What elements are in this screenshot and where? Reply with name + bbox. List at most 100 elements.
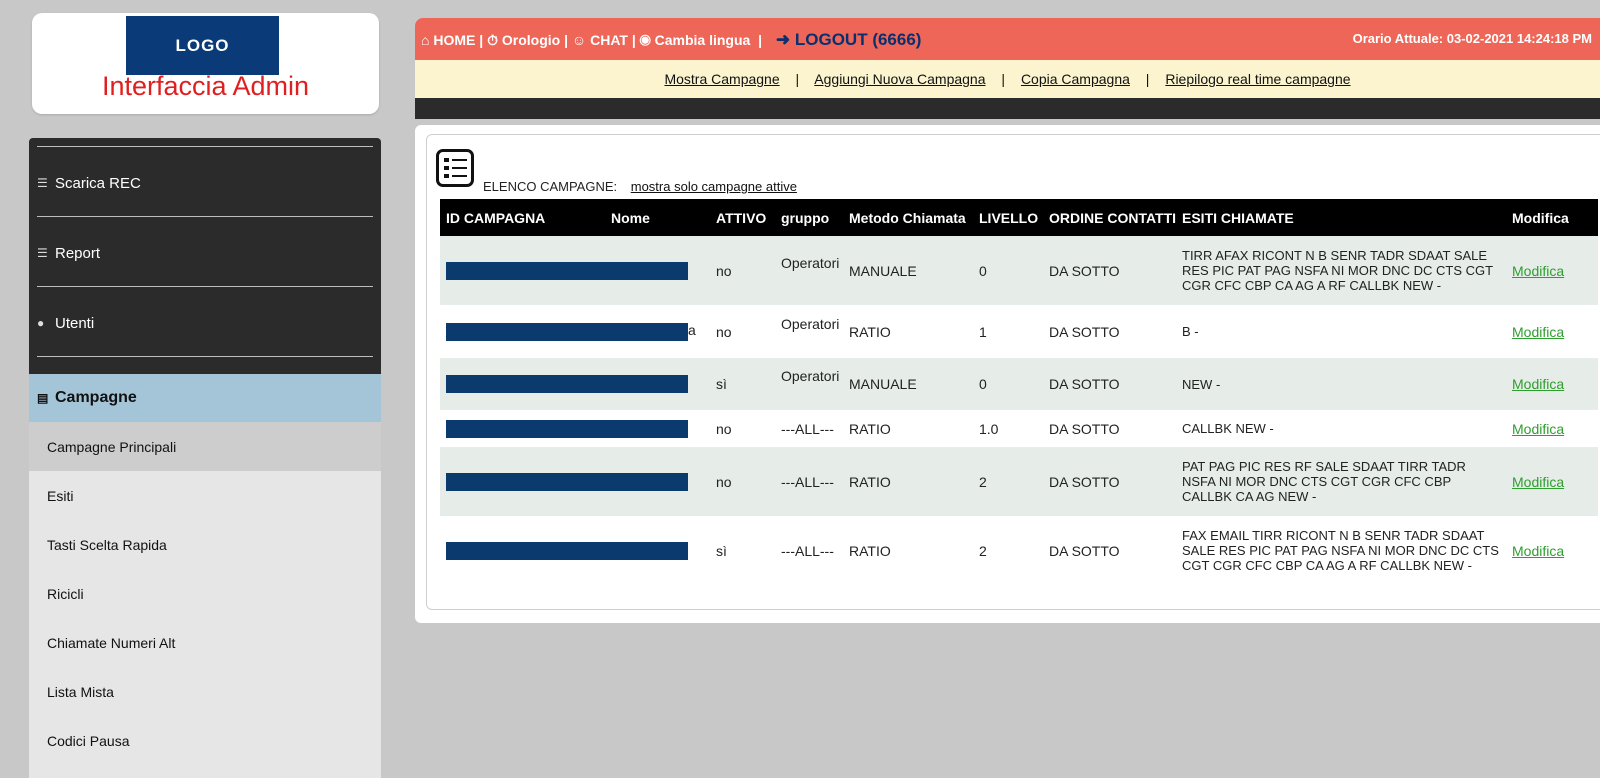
cell-metodo: MANUALE [849, 376, 917, 392]
submenu-item-chiamate-numeri-alt[interactable]: Chiamate Numeri Alt [29, 618, 381, 667]
dark-strip [415, 98, 1600, 119]
cell-attivo: no [716, 262, 732, 279]
clock-label: Orologio [501, 32, 561, 48]
redacted-id-name [440, 516, 710, 585]
language-link[interactable]: ◉ Cambia lingua [640, 32, 751, 48]
link-mostra-campagne[interactable]: Mostra Campagne [664, 71, 779, 87]
sidebar-item-label: Report [55, 244, 101, 262]
top-nav: ⌂ HOME | ⏱ Orologio | ☺ CHAT | ◉ Cambia … [421, 30, 921, 50]
cell-esiti: B - [1182, 324, 1199, 339]
submenu-item-codici-pausa[interactable]: Codici Pausa [29, 716, 381, 765]
divider [37, 146, 373, 147]
cell-attivo: sì [716, 542, 727, 559]
cell-livello: 0 [979, 262, 987, 279]
sub-nav: Mostra Campagne | Aggiungi Nuova Campagn… [415, 60, 1600, 98]
col-esiti: ESITI CHIAMATE [1182, 209, 1294, 226]
home-link[interactable]: ⌂ HOME [421, 32, 475, 48]
cell-metodo: RATIO [849, 420, 891, 437]
link-aggiungi-campagna[interactable]: Aggiungi Nuova Campagna [814, 71, 985, 87]
app-title: Interfaccia Admin [101, 71, 310, 101]
gruppo-value: Operatori [781, 368, 840, 384]
logo-mark: LOGO [126, 16, 279, 75]
clock-link[interactable]: ⏱ Orologio [487, 32, 560, 48]
submenu-item-esiti[interactable]: Esiti [29, 471, 381, 520]
sidebar-item-campagne[interactable]: ▤ Campagne [29, 374, 381, 422]
divider [37, 216, 373, 217]
redacted-bar [446, 375, 688, 393]
cell-esiti: PAT PAG PIC RES RF SALE SDAAT TIRR TADR … [1182, 459, 1466, 504]
col-ordine: ORDINE CONTATTI [1049, 209, 1177, 226]
cell-modifica: Modifica [1506, 305, 1598, 358]
link-riepilogo-real-time[interactable]: Riepilogo real time campagne [1165, 71, 1350, 87]
separator: | [631, 32, 640, 48]
users-icon: ●​ [37, 316, 45, 330]
cell-esiti: NEW - [1182, 376, 1221, 392]
cell-gruppo: ---ALL--- [781, 420, 834, 437]
list-icon [436, 149, 474, 187]
redacted-id-name [440, 236, 710, 305]
name-suffix: a [688, 322, 696, 339]
cell-metodo: MANUALE [849, 262, 917, 279]
submenu-item-lista-mista[interactable]: Lista Mista [29, 667, 381, 716]
sidebar-item-report[interactable]: ☰ Report [29, 218, 381, 288]
cell-modifica: Modifica [1506, 236, 1598, 305]
sidebar-item-label: Campagne [55, 389, 137, 406]
modifica-link[interactable]: Modifica [1512, 324, 1564, 340]
cell-metodo: RATIO [849, 473, 891, 490]
bars-icon: ☰ [37, 246, 48, 260]
sign-out-icon: ➜ [775, 30, 791, 49]
col-livello: LIVELLO [979, 209, 1039, 226]
table-row: no Operatori MANUALE 0 DA SOTTO TIRR AFA… [440, 236, 1598, 305]
separator: | [564, 32, 572, 48]
logout-link[interactable]: ➜ LOGOUT (6666) [776, 30, 922, 49]
gruppo-value: Operatori [781, 315, 840, 332]
content-panel: ELENCO CAMPAGNE: mostra solo campagne at… [415, 125, 1600, 623]
cell-modifica: Modifica [1506, 358, 1598, 410]
cell-livello: 2 [979, 542, 987, 559]
cell-metodo: RATIO [849, 323, 891, 340]
link-copia-campagna[interactable]: Copia Campagna [1021, 71, 1130, 87]
submenu-item-tasti-scelta-rapida[interactable]: Tasti Scelta Rapida [29, 520, 381, 569]
redacted-id-name [440, 410, 710, 447]
sidebar-item-utenti[interactable]: ●​ Utenti [29, 288, 381, 358]
modifica-link[interactable]: Modifica [1512, 263, 1564, 279]
redacted-id-name [440, 447, 710, 516]
sidebar-item-label: Utenti [55, 314, 95, 332]
divider [37, 356, 373, 357]
cell-metodo: RATIO [849, 542, 891, 559]
cell-modifica: Modifica [1506, 410, 1598, 447]
modifica-link[interactable]: Modifica [1512, 543, 1564, 559]
modifica-link[interactable]: Modifica [1512, 474, 1564, 490]
col-metodo: Metodo Chiamata [849, 209, 966, 226]
home-icon: ⌂ [421, 32, 430, 48]
chat-link[interactable]: ☺ CHAT [572, 32, 628, 48]
logout-label: LOGOUT (6666) [794, 30, 922, 49]
submenu-item-campagne-principali[interactable]: Campagne Principali [29, 422, 381, 471]
modifica-link[interactable]: Modifica [1512, 376, 1564, 392]
campaign-list-card: ELENCO CAMPAGNE: mostra solo campagne at… [426, 134, 1600, 610]
divider [37, 286, 373, 287]
cell-livello: 2 [979, 473, 987, 490]
table-header: ID CAMPAGNA Nome ATTIVO gruppo Metodo Ch… [440, 199, 1598, 236]
submenu-item-ricicli[interactable]: Ricicli [29, 569, 381, 618]
table-row: no ---ALL--- RATIO 2 DA SOTTO PAT PAG PI… [440, 447, 1598, 516]
chat-label: CHAT [590, 32, 628, 48]
modifica-link[interactable]: Modifica [1512, 421, 1564, 437]
redacted-bar [446, 541, 688, 560]
cell-esiti: FAX EMAIL TIRR RICONT N B SENR TADR SDAA… [1182, 528, 1499, 573]
cell-gruppo: ---ALL--- [781, 473, 834, 490]
current-time: Orario Attuale: 03-02-2021 14:24:18 PM [1352, 31, 1592, 46]
cell-modifica: Modifica [1506, 447, 1598, 516]
table-row: sì Operatori MANUALE 0 DA SOTTO NEW - Mo… [440, 358, 1598, 410]
globe-icon: ◉ [639, 32, 651, 48]
sidebar-item-scarica-rec[interactable]: ☰ Scarica REC [29, 148, 381, 218]
cell-gruppo: Operatori [775, 305, 843, 358]
col-attivo: ATTIVO [716, 209, 767, 226]
cell-attivo: no [716, 473, 732, 490]
smile-icon: ☺ [571, 32, 587, 48]
cell-attivo: no [716, 420, 732, 437]
submenu: Campagne Principali Esiti Tasti Scelta R… [29, 422, 381, 778]
home-label: HOME [433, 32, 476, 48]
table-row: no ---ALL--- RATIO 1.0 DA SOTTO CALLBK N… [440, 410, 1598, 447]
filter-active-link[interactable]: mostra solo campagne attive [631, 179, 797, 194]
